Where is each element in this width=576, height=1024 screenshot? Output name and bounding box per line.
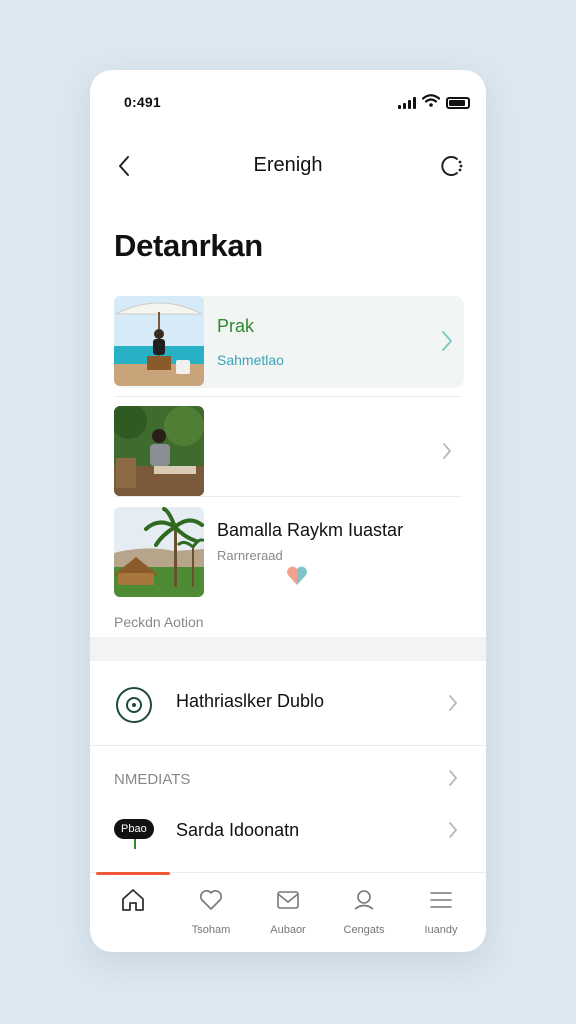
chevron-right-icon (449, 770, 457, 786)
divider (114, 396, 462, 397)
chevron-right-icon (449, 695, 457, 711)
nav-bar: Erenigh (90, 148, 486, 184)
more-options-button[interactable] (438, 152, 466, 180)
list-item-1[interactable]: Prak Sahmetlao (114, 296, 464, 388)
palm-house-photo (114, 507, 204, 597)
settings-row-3[interactable]: Pbao Sarda Idoonatn (90, 808, 486, 860)
item-title: Prak (217, 316, 255, 336)
tab-label: Cengats (343, 924, 385, 936)
status-time: 0:491 (124, 94, 161, 110)
heart-icon (200, 890, 222, 910)
mail-icon (277, 891, 299, 909)
tab-favorites[interactable]: Tsoham (176, 887, 246, 936)
target-icon (116, 687, 152, 723)
section-divider (90, 637, 486, 661)
status-bar: 0:491 (90, 70, 486, 130)
tab-label: Aubaor (270, 924, 306, 936)
chevron-right-icon (449, 822, 457, 838)
nav-title: Erenigh (253, 154, 323, 176)
tab-label: Iuandy (424, 924, 458, 936)
garden-person-photo (114, 406, 204, 496)
page-title: Detanrkan (114, 228, 263, 263)
settings-row-2[interactable]: NMEDIATS (90, 756, 486, 800)
beach-umbrella-photo (114, 296, 204, 386)
refresh-dots-icon (441, 156, 463, 176)
wifi-icon (421, 94, 441, 112)
home-icon (122, 889, 144, 911)
row-label: NMEDIATS (114, 771, 191, 788)
badge-pointer (134, 839, 136, 849)
chevron-right-icon (442, 331, 452, 351)
status-icons (398, 94, 470, 112)
tab-home[interactable] (98, 887, 168, 924)
tab-menu[interactable]: Iuandy (406, 887, 476, 936)
heart-icon[interactable] (286, 566, 308, 586)
signal-icon (398, 97, 416, 109)
item-subtitle: Rarnreraad (217, 548, 283, 563)
tab-label: Tsoham (191, 924, 231, 936)
settings-row-1[interactable]: Hathriaslker Dublo (90, 661, 486, 746)
item-title: Bamalla Raykm Iuastar (217, 520, 404, 540)
user-icon (354, 890, 374, 910)
row-badge: Pbao (114, 819, 154, 839)
row-label: Hathriaslker Dublo (176, 691, 325, 711)
menu-icon (430, 892, 452, 908)
item-subtitle: Sahmetlao (217, 352, 284, 368)
tab-contacts[interactable]: Cengats (329, 887, 399, 936)
tab-messages[interactable]: Aubaor (253, 887, 323, 936)
row-label: Sarda Idoonatn (176, 820, 300, 840)
active-tab-indicator (96, 872, 170, 875)
divider (114, 496, 462, 497)
tab-bar: Tsoham Aubaor Cengats Iuandy (90, 872, 486, 952)
chevron-right-icon (443, 443, 451, 459)
phone-screen: 0:491 Erenigh Detanrkan Prak Sahmetlao B… (90, 70, 486, 952)
battery-icon (446, 97, 470, 109)
section-label: Peckdn Aotion (114, 614, 204, 630)
list-item-2[interactable] (114, 406, 464, 498)
